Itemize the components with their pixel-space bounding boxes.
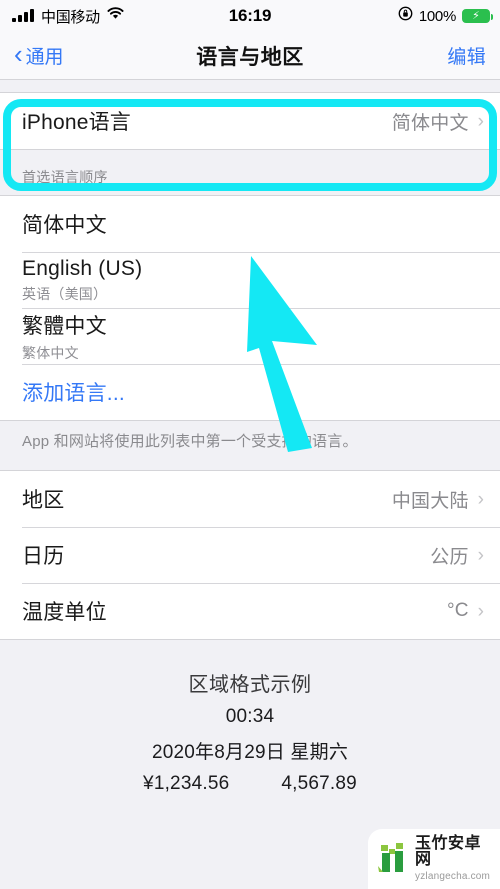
list-item-subtitle: 繁体中文	[22, 344, 79, 361]
preferred-order-header: 首选语言顺序	[22, 169, 108, 185]
list-item-title: 繁體中文	[22, 314, 107, 338]
row-calendar-main: 日历	[22, 540, 64, 570]
list-item-main: English (US) 英语（美国）	[22, 257, 142, 304]
chevron-right-icon: ›	[477, 110, 484, 132]
rotation-lock-icon	[398, 6, 413, 26]
list-item[interactable]: 简体中文	[0, 196, 500, 252]
chevron-right-icon: ›	[477, 544, 484, 566]
status-bar: 中国移动 16:19 100% ⚡	[0, 0, 500, 32]
list-item-title: English (US)	[22, 256, 143, 280]
sample-date: 2020年8月29日 星期六	[151, 742, 349, 764]
sample-currency: ¥1,234.56	[143, 773, 230, 795]
watermark-name: 玉竹安卓网	[415, 835, 482, 868]
list-item-main: 简体中文	[22, 209, 107, 239]
iphone-language-group: iPhone语言 简体中文 ›	[0, 92, 500, 150]
row-iphone-language-label: iPhone语言	[22, 111, 131, 134]
battery-charging-icon: ⚡	[462, 9, 493, 23]
battery-percent-label: 100%	[418, 7, 456, 25]
watermark: 玉竹安卓网 yzlangecha.com	[368, 829, 500, 889]
watermark-url: yzlangecha.com	[415, 871, 491, 882]
add-language-label: 添加语言...	[22, 382, 125, 405]
add-language-main: 添加语言...	[22, 377, 125, 407]
row-region-main: 地区	[22, 484, 64, 514]
status-bar-right: 100% ⚡	[398, 6, 493, 26]
row-iphone-language[interactable]: iPhone语言 简体中文 ›	[0, 93, 500, 149]
chevron-left-icon: ‹	[14, 39, 23, 69]
back-button[interactable]: ‹ 通用	[14, 39, 64, 69]
navigation-bar: ‹ 通用 语言与地区 编辑	[0, 32, 500, 80]
chevron-right-icon: ›	[477, 600, 484, 622]
signal-bars-icon	[12, 9, 34, 22]
row-region[interactable]: 地区 中国大陆 ›	[0, 471, 500, 528]
edit-button[interactable]: 编辑	[447, 42, 486, 69]
row-temperature-unit-main: 温度单位	[22, 596, 107, 626]
row-region-label: 地区	[22, 489, 65, 513]
sample-money-row: ¥1,234.56 4,567.89	[0, 773, 500, 795]
chevron-right-icon: ›	[477, 488, 484, 510]
bamboo-logo-icon	[376, 839, 410, 880]
status-bar-left: 中国移动	[12, 6, 124, 27]
row-temperature-unit-value: °C	[446, 600, 469, 622]
sample-time: 00:34	[225, 706, 275, 728]
row-calendar-label: 日历	[22, 545, 65, 569]
row-iphone-language-main: iPhone语言	[22, 106, 131, 136]
list-item[interactable]: 繁體中文 繁体中文	[0, 308, 500, 364]
region-format-sample: 区域格式示例 00:34 2020年8月29日 星期六 ¥1,234.56 4,…	[0, 640, 500, 795]
row-calendar[interactable]: 日历 公历 ›	[0, 527, 500, 584]
iphone-settings-screen: 中国移动 16:19 100% ⚡ ‹ 通用 语言与地区 编辑 iPhone语言…	[0, 0, 500, 889]
preferred-order-footer: App 和网站将使用此列表中第一个受支持的语言。	[22, 433, 358, 450]
row-iphone-language-value: 简体中文	[391, 112, 469, 134]
sample-title: 区域格式示例	[188, 674, 312, 697]
back-button-label: 通用	[25, 47, 64, 68]
row-region-value: 中国大陆	[391, 490, 469, 512]
add-language-button[interactable]: 添加语言...	[0, 364, 500, 420]
page-title: 语言与地区	[196, 45, 304, 69]
preferred-language-list: 简体中文 English (US) 英语（美国） 繁體中文 繁体中文 添加语言.…	[0, 195, 500, 421]
list-item[interactable]: English (US) 英语（美国）	[0, 252, 500, 308]
sample-number: 4,567.89	[281, 773, 357, 795]
row-temperature-unit[interactable]: 温度单位 °C ›	[0, 583, 500, 640]
list-item-title: 简体中文	[22, 214, 107, 237]
row-calendar-value: 公历	[430, 546, 469, 568]
row-temperature-unit-label: 温度单位	[22, 601, 107, 625]
spacer-top	[0, 80, 500, 92]
list-item-main: 繁體中文 繁体中文	[22, 310, 107, 363]
watermark-text: 玉竹安卓网 yzlangecha.com	[415, 836, 494, 882]
list-item-subtitle: 英语（美国）	[22, 285, 108, 302]
region-settings-group: 地区 中国大陆 › 日历 公历 › 温度单位 °C ›	[0, 470, 500, 641]
carrier-label: 中国移动	[41, 8, 100, 26]
wifi-icon	[107, 7, 124, 25]
